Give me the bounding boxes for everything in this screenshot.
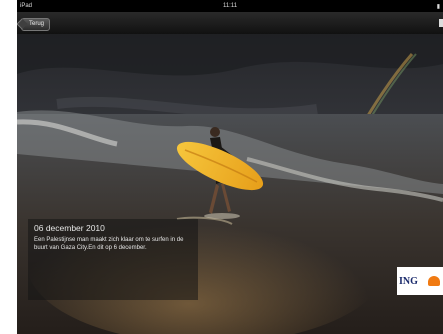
status-bar: iPad 11:11 ▮ (17, 0, 443, 12)
back-button[interactable]: Terug (21, 18, 51, 31)
clock: 11:11 (222, 3, 238, 9)
caption-text: Een Palestijnse man maakt zich klaar om … (34, 237, 184, 251)
navigation-bar: Terug (17, 12, 443, 34)
ing-logo-text: ING (399, 276, 418, 287)
caption-date: 06 december 2010 (34, 223, 105, 233)
ing-ad-banner[interactable]: ING (397, 267, 443, 295)
action-icon[interactable] (439, 19, 443, 27)
lion-icon (428, 276, 440, 286)
photo-caption: 06 december 2010 Een Palestijnse man maa… (28, 219, 198, 300)
battery-icon: ▮ (436, 4, 440, 10)
ipad-screen: iPad 11:11 ▮ Terug 06 december 2010 Een … (17, 0, 443, 334)
